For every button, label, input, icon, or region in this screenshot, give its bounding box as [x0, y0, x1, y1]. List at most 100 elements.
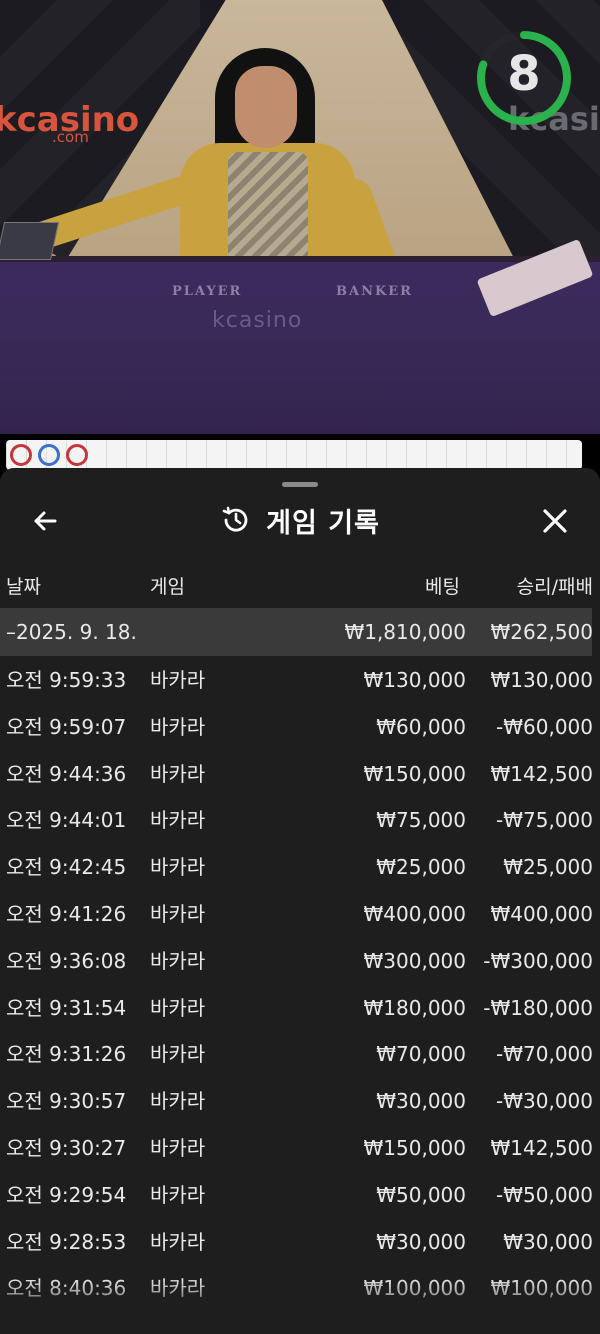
history-icon [222, 506, 248, 532]
row-game: 바카라 [150, 1042, 206, 1067]
row-game: 바카라 [150, 1229, 206, 1254]
row-result: -₩50,000 [496, 1182, 593, 1207]
road-result-dot [38, 444, 60, 466]
bead-road[interactable] [6, 440, 582, 470]
row-result: -₩75,000 [496, 808, 593, 833]
row-time: 오전 9:42:45 [6, 855, 127, 880]
row-result: ₩100,000 [490, 1276, 593, 1301]
row-time: 오전 9:44:36 [6, 761, 127, 786]
row-game: 바카라 [150, 808, 206, 833]
row-time: 오전 9:36:08 [6, 948, 127, 973]
row-bet: ₩25,000 [376, 855, 466, 880]
felt-player-label: PLAYER [172, 284, 243, 299]
row-game: 바카라 [150, 761, 206, 786]
row-game: 바카라 [150, 1276, 206, 1301]
row-result: ₩142,500 [490, 1135, 593, 1160]
road-result-dot [66, 444, 88, 466]
table-row[interactable]: 오전 9:59:07 바카라 ₩60,000 -₩60,000 [0, 703, 600, 750]
panel-header: 게임 기록 [0, 492, 600, 548]
road-result-dot [10, 444, 32, 466]
row-result: ₩142,500 [490, 761, 593, 786]
row-time: 오전 9:28:53 [6, 1229, 127, 1254]
column-header-date[interactable]: 날짜 [6, 572, 41, 599]
table-row[interactable]: 오전 9:44:01 바카라 ₩75,000 -₩75,000 [0, 796, 600, 843]
row-time: 오전 9:30:27 [6, 1135, 127, 1160]
table-row[interactable]: 오전 9:36:08 바카라 ₩300,000 -₩300,000 [0, 937, 600, 984]
row-bet: ₩300,000 [363, 948, 466, 973]
row-game: 바카라 [150, 855, 206, 880]
date-group-bet-total: ₩1,810,000 [344, 620, 466, 644]
column-header-result[interactable]: 승리/패배 [517, 572, 593, 599]
felt-logo: kcasino [212, 308, 303, 333]
row-game: 바카라 [150, 948, 206, 973]
row-time: 오전 9:29:54 [6, 1182, 127, 1207]
table-row[interactable]: 오전 9:28:53 바카라 ₩30,000 ₩30,000 [0, 1218, 600, 1265]
row-bet: ₩75,000 [376, 808, 466, 833]
row-result: -₩60,000 [496, 714, 593, 739]
column-header-bet[interactable]: 베팅 [425, 572, 460, 599]
dealer [20, 48, 410, 294]
row-game: 바카라 [150, 995, 206, 1020]
date-group-row[interactable]: –2025. 9. 18. ₩1,810,000 ₩262,500 [0, 608, 594, 656]
row-result: ₩130,000 [490, 668, 593, 692]
row-result: -₩300,000 [483, 948, 593, 973]
game-history-panel: 게임 기록 날짜 게임 베팅 승리/패배 –2025. 9. 18. ₩1,81… [0, 468, 600, 1334]
row-bet: ₩100,000 [363, 1276, 466, 1301]
row-bet: ₩70,000 [376, 1042, 466, 1067]
row-time: 오전 9:30:57 [6, 1089, 127, 1114]
row-bet: ₩60,000 [376, 714, 466, 739]
column-header-game[interactable]: 게임 [150, 572, 185, 599]
date-group-label: –2025. 9. 18. [6, 620, 137, 644]
row-result: ₩400,000 [490, 901, 593, 926]
table-row[interactable]: 오전 9:59:33 바카라 ₩130,000 ₩130,000 [0, 656, 600, 703]
row-bet: ₩400,000 [363, 901, 466, 926]
date-group-result-total: ₩262,500 [490, 620, 593, 644]
felt-banker-label: BANKER [336, 284, 413, 299]
row-time: 오전 9:59:07 [6, 714, 127, 739]
row-time: 오전 8:40:36 [6, 1276, 127, 1301]
table-row[interactable]: 오전 9:29:54 바카라 ₩50,000 -₩50,000 [0, 1171, 600, 1218]
close-icon [543, 509, 567, 533]
row-time: 오전 9:41:26 [6, 901, 127, 926]
row-game: 바카라 [150, 668, 206, 692]
table-row[interactable]: 오전 9:42:45 바카라 ₩25,000 ₩25,000 [0, 843, 600, 890]
row-time: 오전 9:31:54 [6, 995, 127, 1020]
live-video-feed[interactable]: kcasino .com kcasino PLAYER BANKER kcasi… [0, 0, 600, 434]
panel-title-group: 게임 기록 [0, 492, 600, 548]
countdown-value: 8 [507, 46, 541, 102]
row-game: 바카라 [150, 1089, 206, 1114]
row-game: 바카라 [150, 1182, 206, 1207]
close-button[interactable] [538, 504, 572, 538]
row-bet: ₩30,000 [376, 1089, 466, 1114]
table-row[interactable]: 오전 9:31:54 바카라 ₩180,000 -₩180,000 [0, 984, 600, 1031]
row-bet: ₩130,000 [363, 668, 466, 692]
row-result: -₩180,000 [483, 995, 593, 1020]
row-time: 오전 9:44:01 [6, 808, 127, 833]
table-row[interactable]: 오전 9:30:57 바카라 ₩30,000 -₩30,000 [0, 1077, 600, 1124]
row-result: ₩30,000 [503, 1229, 593, 1254]
card-shoe-left [0, 222, 60, 260]
table-row[interactable]: 오전 9:31:26 바카라 ₩70,000 -₩70,000 [0, 1030, 600, 1077]
row-bet: ₩50,000 [376, 1182, 466, 1207]
row-time: 오전 9:31:26 [6, 1042, 127, 1067]
row-bet: ₩180,000 [363, 995, 466, 1020]
table-row[interactable]: 오전 9:30:27 바카라 ₩150,000 ₩142,500 [0, 1124, 600, 1171]
row-bet: ₩30,000 [376, 1229, 466, 1254]
row-bet: ₩150,000 [363, 1135, 466, 1160]
scrollbar[interactable] [592, 608, 600, 1308]
table-row[interactable]: 오전 9:41:26 바카라 ₩400,000 ₩400,000 [0, 890, 600, 937]
row-game: 바카라 [150, 1135, 206, 1160]
brand-logo-left-domain: .com [52, 128, 89, 146]
row-game: 바카라 [150, 714, 206, 739]
page-title: 게임 기록 [266, 507, 380, 539]
row-time: 오전 9:59:33 [6, 668, 127, 692]
table-row[interactable]: 오전 9:44:36 바카라 ₩150,000 ₩142,500 [0, 750, 600, 797]
row-result: -₩30,000 [496, 1089, 593, 1114]
row-bet: ₩150,000 [363, 761, 466, 786]
row-result: -₩70,000 [496, 1042, 593, 1067]
drag-handle[interactable] [282, 482, 318, 487]
row-result: ₩25,000 [503, 855, 593, 880]
countdown-timer: 8 [474, 28, 574, 128]
table-row[interactable]: 오전 8:40:36 바카라 ₩100,000 ₩100,000 [0, 1264, 600, 1311]
history-table[interactable]: –2025. 9. 18. ₩1,810,000 ₩262,500 오전 9:5… [0, 608, 600, 1311]
